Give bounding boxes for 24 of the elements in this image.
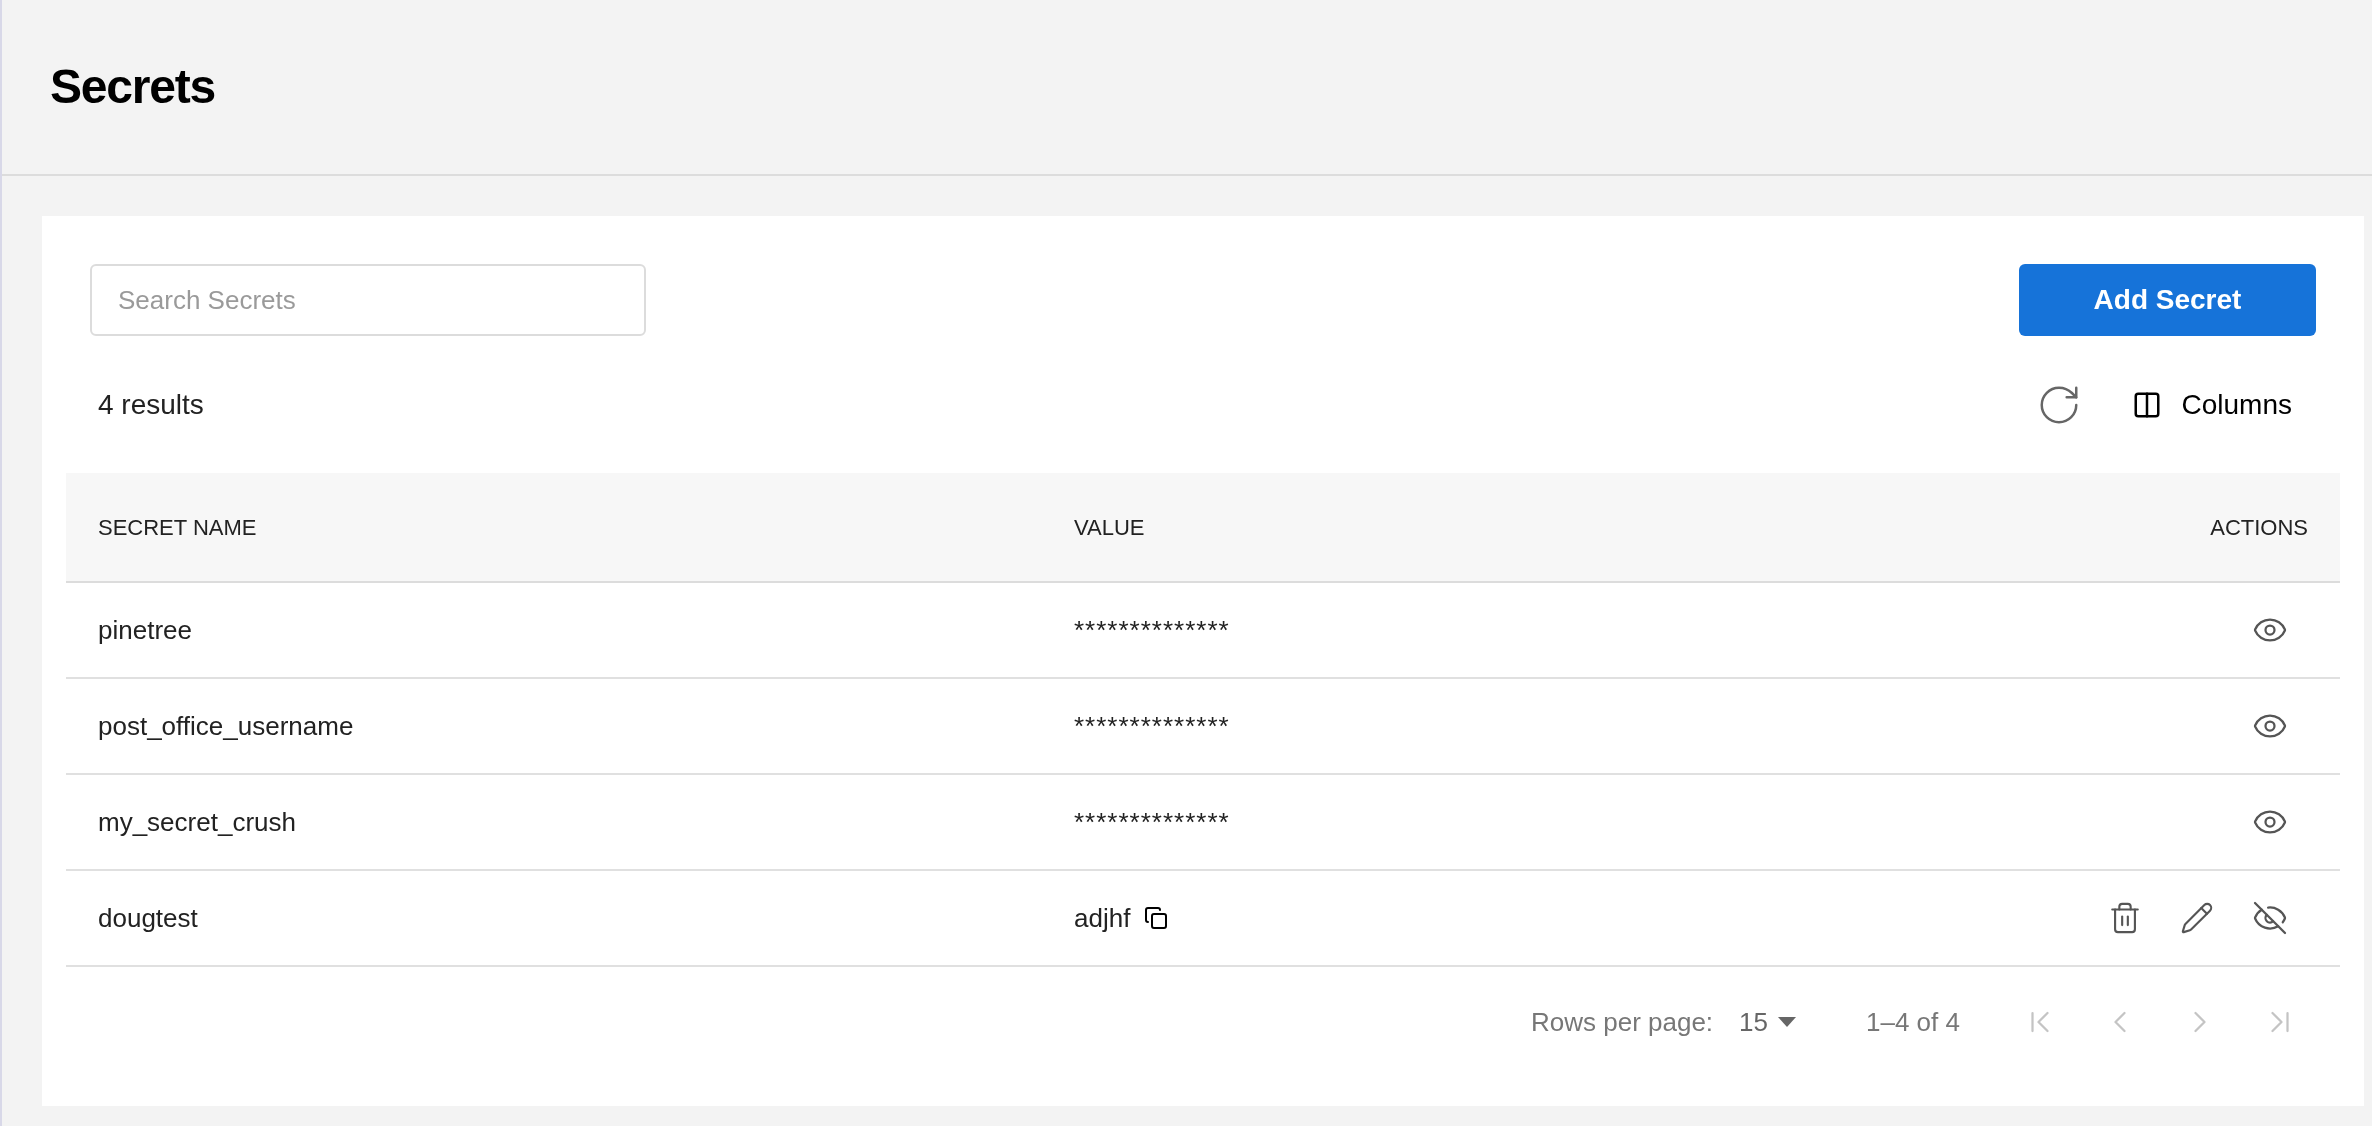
copy-icon[interactable] xyxy=(1144,906,1169,930)
results-count: 4 results xyxy=(98,387,204,422)
dropdown-caret-icon xyxy=(1778,1017,1796,1027)
column-header: VALUE xyxy=(1074,513,1146,542)
secret-value-cell-text: ************** xyxy=(1074,613,1230,647)
secret-value-cell-text: ************** xyxy=(1074,805,1230,839)
page-range: 1–4 of 4 xyxy=(1866,1005,1960,1039)
columns-button[interactable]: Columns xyxy=(2131,383,2308,426)
delete-icon[interactable] xyxy=(2108,901,2142,935)
secret-name-cell-text: post_office_username xyxy=(98,709,355,743)
rows-per-page-label: Rows per page: xyxy=(1531,1005,1714,1039)
secret-value-cell-text: adjhf xyxy=(1074,901,1131,935)
column-header: ACTIONS xyxy=(2210,513,2308,542)
edit-icon[interactable] xyxy=(2180,901,2214,935)
page-title: Secrets xyxy=(50,59,216,115)
search-field[interactable]: Search Secrets xyxy=(90,264,646,336)
rows-per-page-select[interactable]: 15 xyxy=(1739,1002,1796,1042)
secret-value-cell-text: ************** xyxy=(1074,709,1230,743)
column-header: SECRET NAME xyxy=(98,513,258,542)
add-secret-button[interactable]: Add Secret xyxy=(2019,264,2316,336)
hide-icon[interactable] xyxy=(2252,900,2288,936)
secret-name-cell-text: my_secret_crush xyxy=(98,805,297,839)
secret-name-cell-text: dougtest xyxy=(98,901,199,935)
secret-name-cell-text: pinetree xyxy=(98,613,193,647)
